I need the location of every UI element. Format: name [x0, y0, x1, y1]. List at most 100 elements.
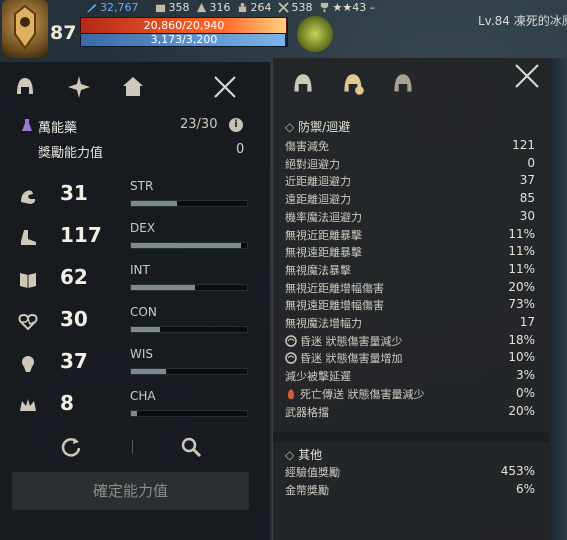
stat-detail-label: 無視魔法暴擊 — [285, 263, 351, 277]
confirm-stats-button[interactable]: 確定能力值 — [12, 472, 249, 510]
reset-icon[interactable] — [60, 436, 82, 458]
stat-detail-label: 近距離迴避力 — [285, 175, 351, 189]
stat-detail-row: 經驗值獎勵 453% — [285, 464, 535, 482]
feather-icon — [86, 3, 97, 12]
stat-detail-row: 昏迷 狀態傷害量增加 10% — [285, 350, 535, 368]
stat-detail-value: 6% — [515, 481, 535, 496]
character-portrait[interactable] — [2, 0, 48, 58]
info-icon[interactable]: i — [229, 118, 243, 132]
stat-value: 62 — [60, 265, 88, 289]
stat-panel-actions — [0, 432, 270, 462]
close-icon[interactable] — [212, 74, 238, 100]
stat-detail-row: 死亡傳送 狀態傷害量減少 0% — [285, 386, 535, 404]
stat-detail-row: 機率魔法迴避力 30 — [285, 209, 535, 227]
resource-swords[interactable]: 538 — [277, 1, 313, 14]
stat-value: 30 — [60, 307, 88, 331]
hp-text: 20,860/20,940 — [143, 19, 225, 32]
stat-progress-bar — [130, 200, 248, 207]
stat-row-dex[interactable]: 117 DEX — [18, 219, 253, 259]
stat-progress-fill — [131, 285, 195, 290]
stat-detail-value: 20% — [508, 403, 535, 418]
trophy-icon — [320, 2, 328, 12]
stat-detail-label: 金幣獎勵 — [285, 483, 329, 497]
stat-detail-label: 絕對迴避力 — [285, 157, 340, 171]
divider — [132, 440, 133, 454]
helmet-plus-icon[interactable] — [339, 70, 367, 98]
stat-detail-value: 0% — [515, 385, 535, 400]
character-level: 87 — [50, 22, 77, 44]
helmet-icon[interactable] — [289, 70, 317, 98]
stat-detail-label: 無視遠距離增幅傷害 — [285, 299, 384, 313]
stat-detail-row: 無視魔法增幅力 17 — [285, 315, 535, 333]
stat-detail-label: 無視魔法增幅力 — [285, 317, 362, 330]
stat-row-int[interactable]: 62 INT — [18, 261, 253, 301]
stat-detail-label: 無視近距離增幅傷害 — [285, 281, 384, 295]
elixir-label: 萬能藥 — [38, 121, 78, 136]
stat-progress-fill — [131, 327, 160, 332]
stat-detail-row: 金幣獎勵 6% — [285, 482, 535, 500]
buff-emblem-icon[interactable] — [297, 16, 333, 52]
death-icon — [287, 388, 295, 399]
stat-detail-value: 11% — [508, 226, 535, 241]
stat-detail-row: 無視近距離暴擊 11% — [285, 227, 535, 245]
resource-hat[interactable]: 316 — [196, 1, 231, 14]
boot-icon — [21, 230, 36, 245]
stat-row-cha[interactable]: 8 CHA — [18, 387, 253, 427]
crossed-swords-icon — [277, 1, 289, 13]
hp-bar: 20,860/20,940 — [80, 17, 288, 34]
resource-feather[interactable]: 32,767 — [86, 1, 139, 14]
head-icon — [22, 356, 34, 372]
stat-name: INT — [130, 263, 150, 277]
star-burst-icon — [68, 76, 90, 98]
stat-detail-label: 傷害減免 — [285, 140, 329, 153]
stat-value: 37 — [60, 349, 88, 373]
stat-name: WIS — [130, 347, 154, 361]
weight-icon — [238, 2, 246, 12]
tab-house[interactable] — [118, 72, 148, 102]
helmet-minus-icon[interactable] — [389, 70, 417, 98]
elixir-count: 23/30 — [180, 117, 218, 132]
mp-bar: 3,173/3,200 — [80, 33, 288, 47]
top-hud: 87 32,767 358 316 264 538 ★★43 – 20,860/… — [0, 0, 567, 58]
elixir-row: 萬能藥 23/30 i — [20, 117, 255, 136]
house-icon — [123, 77, 143, 96]
resource-weight[interactable]: 264 — [237, 1, 272, 14]
stat-progress-bar — [130, 368, 248, 375]
stat-panel: 萬能藥 23/30 i 獎勵能力值 0 31 STR 117 DEX 62 INT 30 CO… — [0, 62, 270, 540]
muscle-icon — [21, 190, 36, 204]
close-icon[interactable] — [513, 62, 541, 90]
tab-skills[interactable] — [64, 72, 94, 102]
stat-detail-value: 37 — [519, 173, 535, 188]
zone-label: Lv.84 凍死的冰原 — [478, 14, 567, 28]
stat-detail-row: 絕對迴避力 0 — [285, 156, 535, 174]
detail-panel-tabs — [289, 70, 417, 98]
stat-row-con[interactable]: 30 CON — [18, 303, 253, 343]
resource-trophy[interactable]: ★★43 – — [319, 1, 375, 14]
stat-detail-row: 無視近距離增幅傷害 20% — [285, 280, 535, 298]
stat-detail-value: 121 — [512, 138, 535, 152]
stat-detail-label: 機率魔法迴避力 — [285, 210, 362, 224]
crown-icon — [20, 399, 36, 411]
tab-character[interactable] — [10, 72, 40, 102]
stat-detail-value: 11% — [508, 244, 535, 259]
stat-row-wis[interactable]: 37 WIS — [18, 345, 253, 385]
stat-panel-tabs — [10, 72, 148, 102]
stat-detail-row: 昏迷 狀態傷害量減少 18% — [285, 333, 535, 351]
stat-detail-value: 11% — [508, 261, 535, 276]
stat-row-str[interactable]: 31 STR — [18, 177, 253, 217]
stat-detail-value: 0 — [527, 155, 535, 170]
helmet-icon — [17, 78, 33, 94]
magnifier-icon[interactable] — [180, 436, 202, 458]
potion-icon — [22, 119, 32, 131]
stat-detail-label: 死亡傳送 狀態傷害量減少 — [300, 387, 425, 401]
bonus-stat-value: 0 — [236, 142, 245, 157]
resource-bar: 32,767 358 316 264 538 ★★43 – — [86, 0, 375, 14]
resource-chest[interactable]: 358 — [155, 1, 190, 14]
stat-detail-row: 無視魔法暴擊 11% — [285, 262, 535, 280]
stat-detail-value: 3% — [515, 368, 535, 383]
stat-detail-value: 453% — [500, 464, 535, 478]
stat-detail-value: 20% — [508, 279, 535, 294]
background-edge — [548, 58, 567, 540]
stat-detail-value: 30 — [519, 208, 535, 223]
stat-name: DEX — [130, 221, 156, 235]
